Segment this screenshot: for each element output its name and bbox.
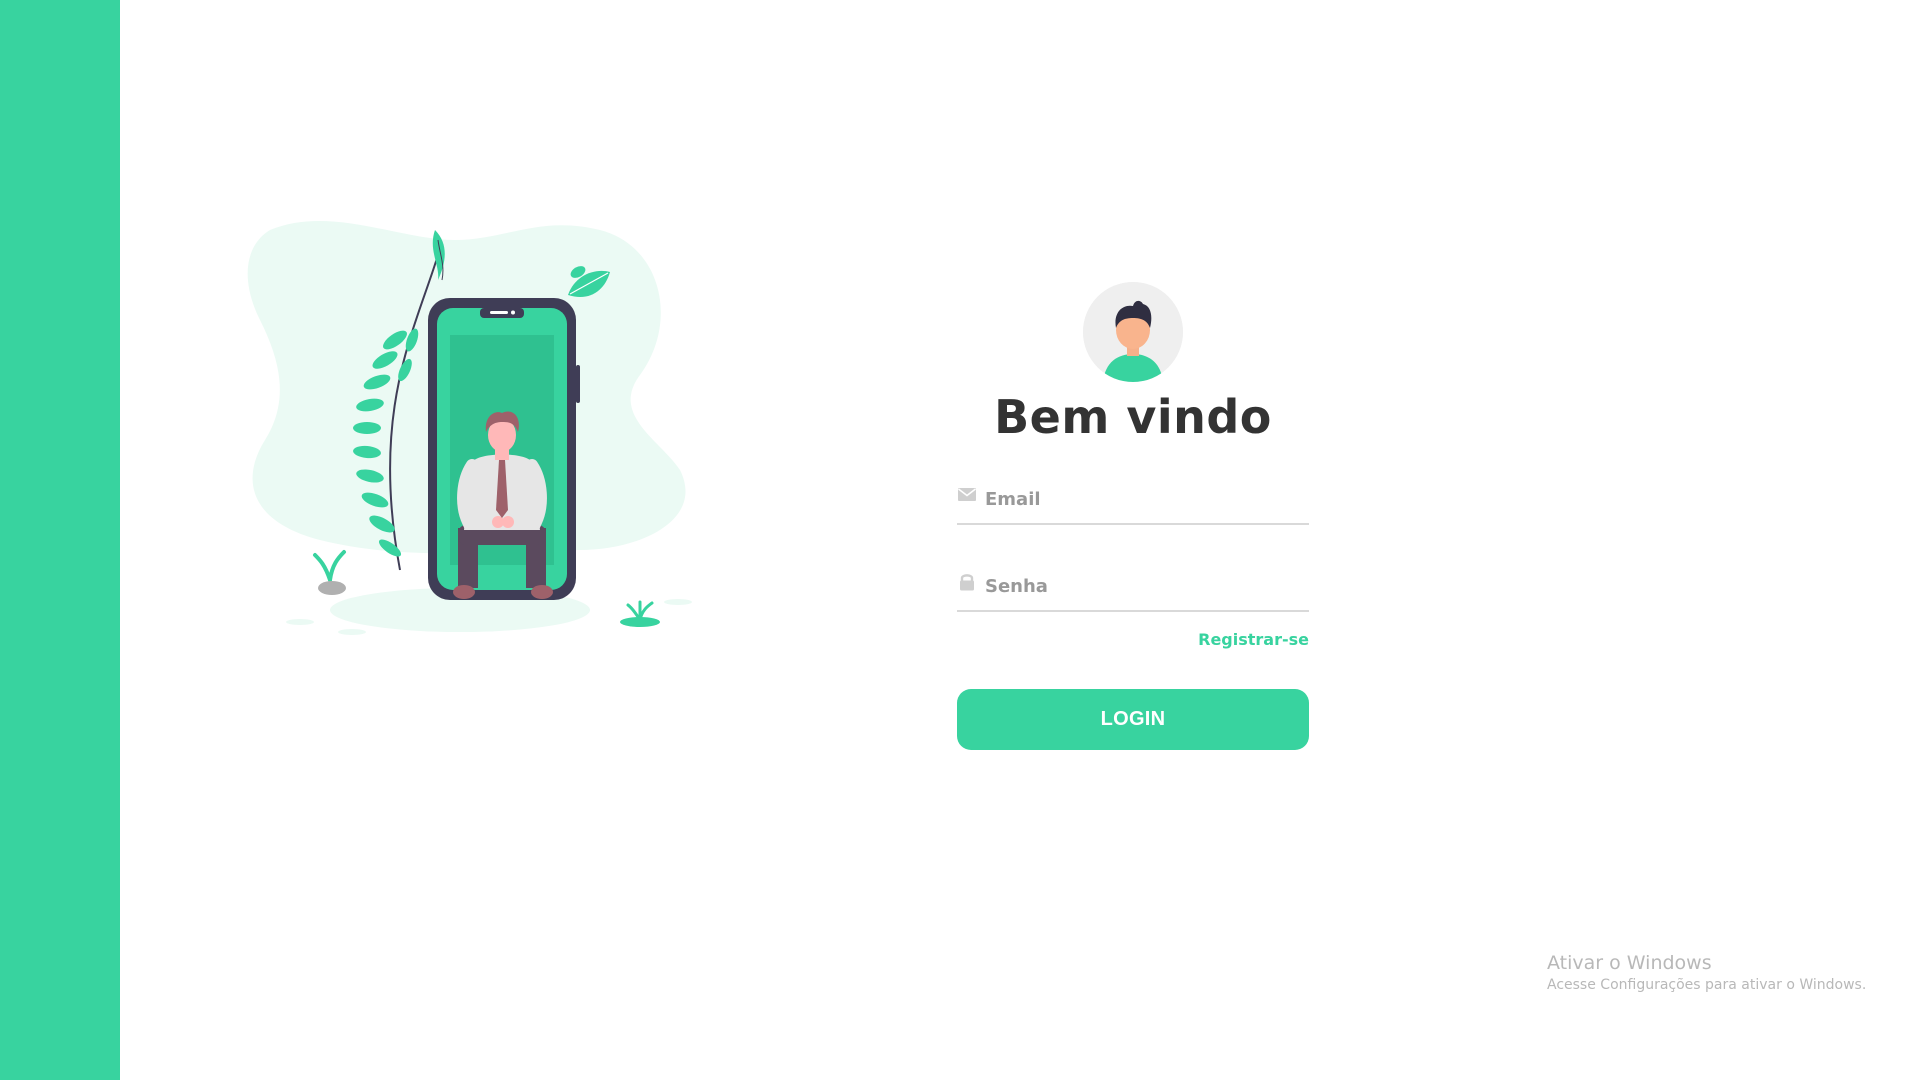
password-field xyxy=(957,569,1309,612)
login-page: Bem vindo Registrar-se LOGIN Ati xyxy=(0,0,1920,1080)
login-button[interactable]: LOGIN xyxy=(957,688,1309,750)
side-accent-band xyxy=(0,0,120,1080)
email-field xyxy=(957,482,1309,525)
watermark-subtitle: Acesse Configurações para ativar o Windo… xyxy=(1547,977,1867,993)
register-link[interactable]: Registrar-se xyxy=(957,630,1309,649)
page-title: Bem vindo xyxy=(994,390,1272,444)
man-sitting-on-phone-illustration xyxy=(240,210,780,650)
watermark-title: Ativar o Windows xyxy=(1547,952,1712,974)
windows-activation-watermark: Ativar o Windows Acesse Configurações pa… xyxy=(1547,950,1866,994)
password-input[interactable] xyxy=(985,569,1305,604)
lock-icon xyxy=(957,572,977,592)
user-avatar-icon xyxy=(1083,282,1183,382)
envelope-icon xyxy=(957,485,977,505)
login-form: Bem vindo Registrar-se LOGIN xyxy=(957,282,1309,750)
email-input[interactable] xyxy=(985,482,1305,517)
